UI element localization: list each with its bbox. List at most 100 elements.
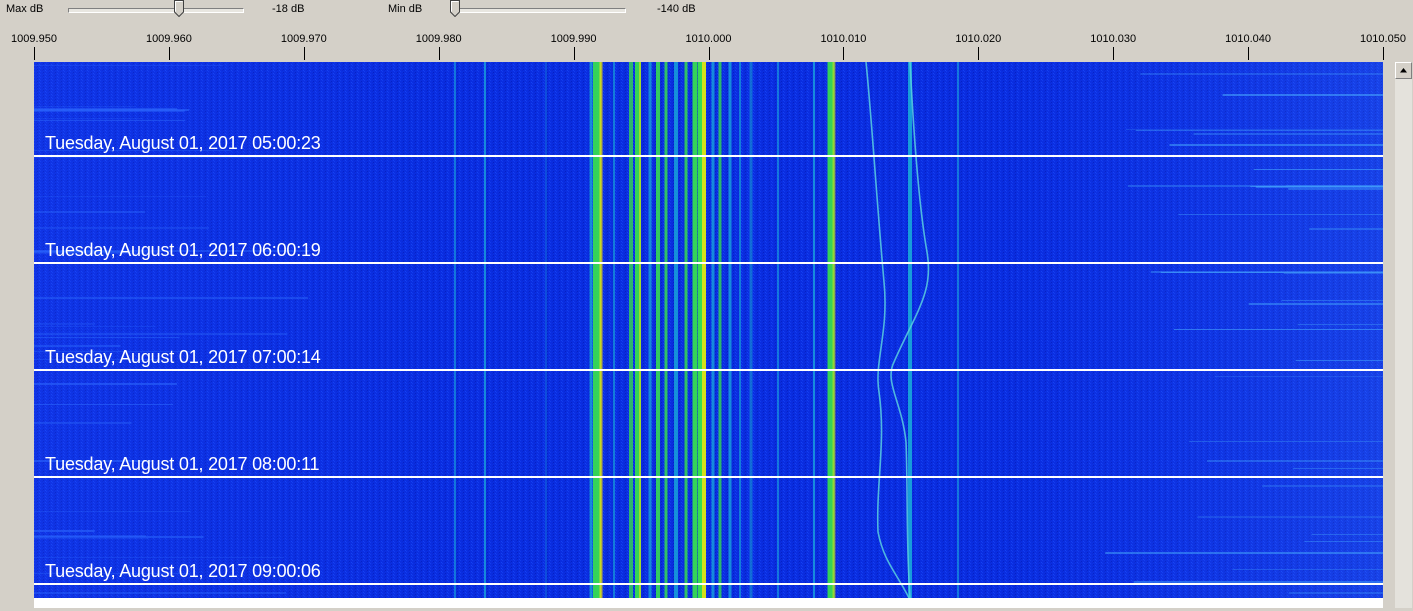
- noise-streak: [1222, 94, 1383, 96]
- noise-streak: [1295, 360, 1383, 361]
- noise-streak: [34, 65, 223, 66]
- noise-streak: [34, 333, 288, 335]
- signal-trace: [656, 62, 660, 598]
- frequency-tick-label: 1009.950: [11, 33, 57, 45]
- signal-trace: [674, 62, 678, 598]
- noise-streak: [1214, 376, 1383, 377]
- noise-streak: [1188, 441, 1383, 442]
- waterfall-window: Max dB -18 dB Min dB -140 dB 1009.950 100…: [0, 0, 1413, 611]
- frequency-axis: 1009.950 1009.960 1009.970 1009.980 1009.990…: [0, 30, 1413, 60]
- noise-streak: [1232, 569, 1383, 570]
- time-marker-line: [34, 262, 1383, 264]
- noise-streak: [34, 557, 285, 558]
- noise-streak: [34, 326, 156, 327]
- noise-streak: [34, 109, 190, 111]
- time-marker-label: Tuesday, August 01, 2017 09:00:06: [45, 561, 321, 581]
- frequency-tick-label: 1009.960: [145, 33, 192, 45]
- signal-trace: [777, 62, 779, 598]
- noise-streak: [34, 118, 144, 119]
- noise-streak: [1288, 188, 1383, 190]
- signal-trace: [813, 62, 815, 598]
- frequency-tick-label: 1009.970: [280, 33, 327, 45]
- time-marker-line: [34, 583, 1383, 585]
- signal-trace: [749, 62, 753, 598]
- min-db-value: -140 dB: [657, 3, 696, 15]
- max-db-slider-thumb[interactable]: [174, 0, 184, 17]
- signal-trace: [718, 62, 722, 598]
- signal-trace: [664, 62, 668, 598]
- noise-streak: [1135, 130, 1383, 131]
- noise-streak: [1283, 273, 1383, 274]
- noise-streak: [34, 106, 135, 107]
- frequency-tick-mark: [574, 47, 575, 60]
- time-marker-line: [34, 476, 1383, 478]
- time-marker-label: Tuesday, August 01, 2017 05:00:23: [45, 133, 321, 153]
- noise-streak: [34, 530, 95, 532]
- min-db-slider-track[interactable]: [450, 8, 626, 13]
- frequency-tick-label: 1010.040: [1225, 33, 1272, 45]
- noise-streak: [1293, 468, 1383, 469]
- scroll-up-button[interactable]: [1395, 62, 1412, 79]
- frequency-tick-mark: [169, 47, 170, 60]
- noise-streak: [1150, 271, 1383, 273]
- noise-streak: [1105, 552, 1383, 554]
- noise-streak: [34, 120, 186, 121]
- signal-trace: [589, 62, 593, 598]
- frequency-tick-label: 1010.000: [685, 33, 732, 45]
- min-db-slider-thumb[interactable]: [450, 0, 460, 17]
- signal-trace: [484, 62, 486, 598]
- signal-trace: [832, 62, 836, 598]
- frequency-tick-mark: [1248, 47, 1249, 60]
- signal-trace: [711, 62, 715, 598]
- time-marker-label: Tuesday, August 01, 2017 08:00:11: [45, 454, 320, 474]
- noise-streak: [34, 211, 145, 213]
- max-db-value: -18 dB: [272, 3, 305, 15]
- signal-trace: [599, 62, 603, 598]
- noise-streak: [1193, 133, 1383, 135]
- noise-streak: [1262, 485, 1383, 487]
- noise-streak: [1311, 534, 1383, 535]
- frequency-tick-label: 1010.010: [820, 33, 867, 45]
- waterfall-display[interactable]: Tuesday, August 01, 2017 05:00:23 Tuesday…: [34, 62, 1383, 598]
- vertical-scrollbar[interactable]: [1395, 62, 1412, 608]
- frequency-tick-label: 1010.030: [1090, 33, 1137, 45]
- max-db-label: Max dB: [6, 3, 44, 15]
- frequency-tick-label: 1010.020: [955, 33, 1002, 45]
- frequency-tick-mark: [34, 47, 35, 60]
- signal-trace: [692, 62, 698, 598]
- noise-streak: [1248, 303, 1383, 305]
- time-marker-line: [34, 155, 1383, 157]
- signal-trace: [728, 62, 732, 598]
- signal-trace: [957, 62, 959, 598]
- triangle-up-icon: [1400, 68, 1407, 73]
- frequency-tick-mark: [978, 47, 979, 60]
- frequency-tick-mark: [304, 47, 305, 60]
- noise-streak: [34, 383, 177, 385]
- noise-streak: [34, 297, 309, 299]
- signal-trace: [684, 62, 688, 598]
- signal-trace: [629, 62, 633, 598]
- noise-streak: [1253, 169, 1383, 170]
- noise-streak: [1297, 324, 1383, 325]
- noise-streak: [1304, 541, 1383, 542]
- noise-streak: [1207, 460, 1383, 462]
- frequency-tick-mark: [709, 47, 710, 60]
- noise-streak: [34, 422, 132, 424]
- waterfall-footer: [34, 598, 1383, 608]
- noise-streak: [34, 323, 95, 325]
- noise-streak: [1309, 228, 1383, 230]
- max-db-slider-track[interactable]: [68, 8, 244, 13]
- time-marker-label: Tuesday, August 01, 2017 06:00:19: [45, 240, 321, 260]
- frequency-tick-mark: [439, 47, 440, 60]
- noise-streak: [1173, 329, 1383, 330]
- noise-streak: [34, 592, 286, 594]
- noise-streak: [34, 538, 149, 539]
- noise-streak: [1178, 214, 1383, 215]
- signal-trace: [545, 62, 547, 598]
- noise-streak: [34, 404, 174, 405]
- noise-streak: [34, 196, 207, 197]
- frequency-tick-mark: [843, 47, 844, 60]
- noise-streak: [34, 227, 209, 229]
- time-marker-label: Tuesday, August 01, 2017 07:00:14: [45, 347, 321, 367]
- noise-streak: [1127, 185, 1383, 187]
